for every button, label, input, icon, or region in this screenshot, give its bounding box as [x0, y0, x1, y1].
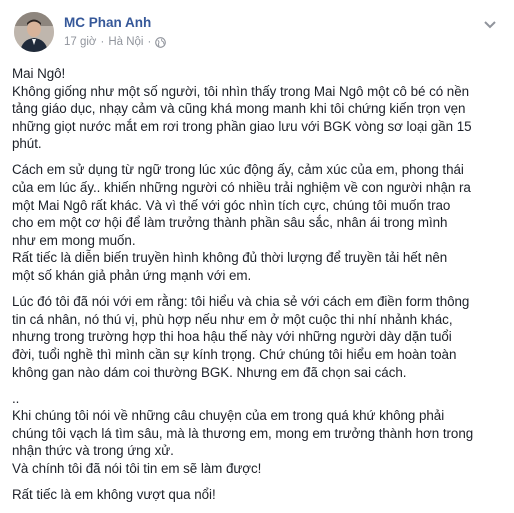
post-paragraph: Cách em sử dụng từ ngữ trong lúc xúc độn…	[12, 162, 471, 284]
post-meta: 17 giờ · Hà Nội ·	[64, 36, 167, 48]
avatar[interactable]	[14, 12, 54, 52]
post-location[interactable]: Hà Nội	[108, 36, 143, 48]
meta-separator: ·	[147, 36, 152, 48]
chevron-down-icon[interactable]	[482, 18, 498, 30]
globe-icon[interactable]	[155, 36, 167, 48]
post-paragraph: Lúc đó tôi đã nói với em rằng: tôi hiểu …	[12, 294, 470, 380]
post-paragraph: .. Khi chúng tôi nói về những câu chuyện…	[12, 390, 474, 476]
post-time[interactable]: 17 giờ	[64, 36, 96, 48]
facebook-post: MC Phan Anh 17 giờ · Hà Nội · Mai Ngô! K…	[0, 0, 514, 513]
post-paragraph: Rất tiếc là em không vượt qua nổi!	[12, 487, 216, 503]
post-paragraph: Mai Ngô! Không giống như một số người, t…	[12, 66, 472, 152]
post-header: MC Phan Anh 17 giờ · Hà Nội ·	[14, 12, 504, 52]
post-body: Mai Ngô! Không giống như một số người, t…	[12, 65, 504, 504]
author-name[interactable]: MC Phan Anh	[64, 15, 151, 30]
meta-separator: ·	[100, 36, 105, 48]
